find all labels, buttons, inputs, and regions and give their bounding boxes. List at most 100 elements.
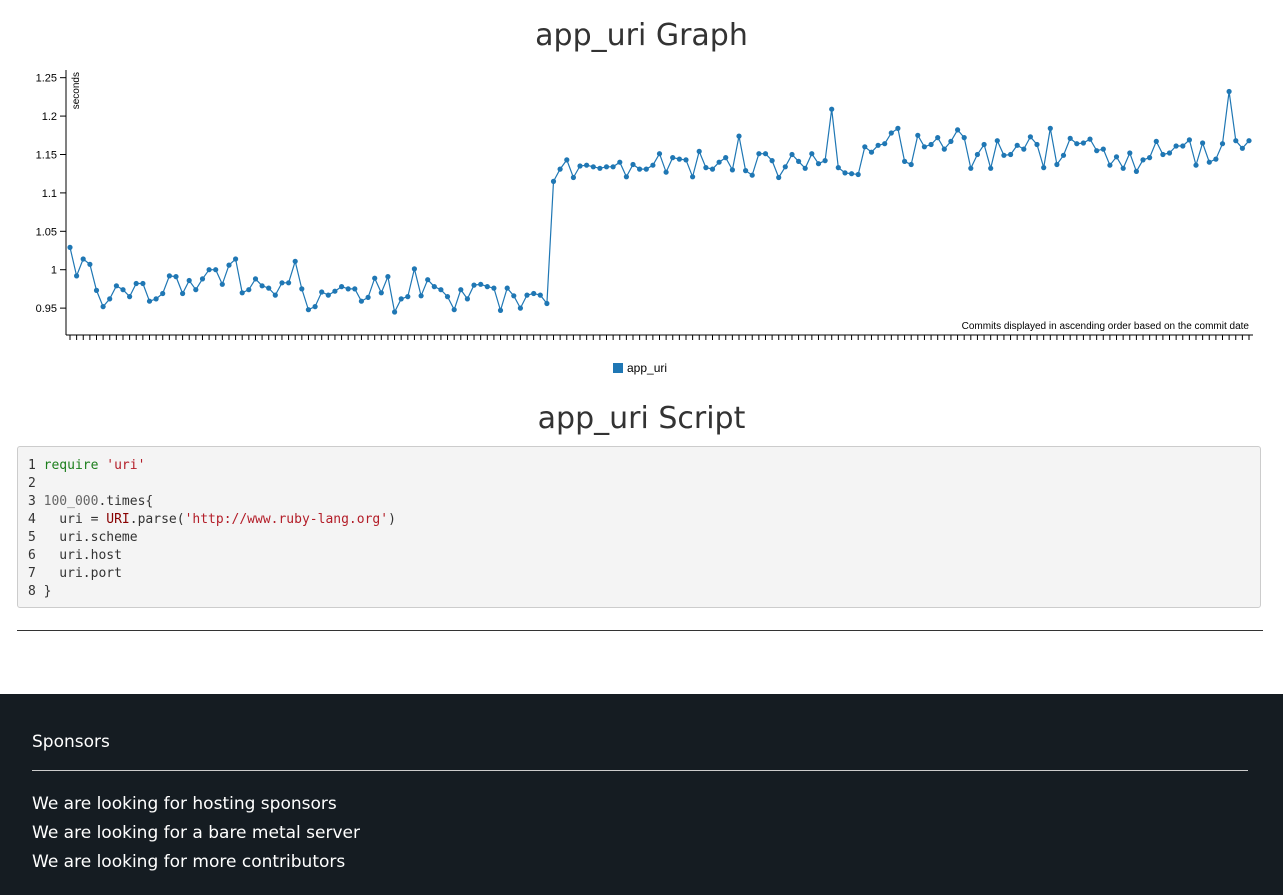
data-point <box>756 151 762 157</box>
data-point <box>868 149 875 155</box>
data-point <box>497 307 504 313</box>
data-point <box>855 171 861 178</box>
data-point <box>1127 150 1133 156</box>
data-point <box>1246 138 1252 144</box>
data-point <box>1166 150 1173 156</box>
data-point <box>392 309 398 315</box>
data-point <box>590 164 596 170</box>
code-token: ) <box>388 512 396 527</box>
data-point <box>504 285 510 291</box>
data-point <box>113 283 119 289</box>
data-point <box>279 280 285 286</box>
data-point <box>729 167 736 173</box>
code-token: uri = <box>43 512 107 527</box>
data-point <box>1160 151 1166 158</box>
y-tick-label: 1.05 <box>36 226 57 238</box>
legend-label: app_uri <box>627 361 668 375</box>
data-point <box>358 298 364 304</box>
data-point <box>736 133 742 139</box>
data-point <box>173 274 179 280</box>
data-point <box>107 296 113 302</box>
data-point <box>193 287 199 293</box>
data-point <box>637 166 643 172</box>
data-point <box>411 266 417 272</box>
data-point <box>994 138 1000 144</box>
chart-legend[interactable]: app_uri <box>613 361 667 375</box>
data-point <box>266 285 272 291</box>
data-point <box>610 164 616 170</box>
sponsor-item: We are looking for a bare metal server <box>32 823 360 843</box>
y-tick-label: 1.1 <box>42 188 57 200</box>
data-point <box>458 287 464 293</box>
x-axis-label: Commits displayed in ascending order bas… <box>962 321 1250 332</box>
data-point <box>87 261 93 267</box>
data-point <box>603 164 610 170</box>
data-point <box>180 290 186 297</box>
data-point <box>100 304 106 310</box>
script-title: app_uri Script <box>537 401 746 436</box>
data-point <box>935 135 941 141</box>
legend-swatch <box>613 363 623 373</box>
code-line: 6 uri.host <box>28 547 1250 565</box>
data-point <box>564 157 570 163</box>
data-point <box>299 286 305 292</box>
data-point <box>690 174 696 180</box>
code-token: uri.port <box>43 566 122 581</box>
data-point <box>425 277 431 283</box>
data-point <box>623 174 630 180</box>
data-point <box>1147 155 1153 161</box>
sponsor-list: We are looking for hosting sponsors We a… <box>32 790 360 877</box>
data-point <box>219 281 225 287</box>
data-point <box>1001 152 1007 158</box>
data-point <box>829 106 835 112</box>
data-point <box>1034 141 1040 148</box>
data-point <box>1180 143 1186 149</box>
data-point <box>948 138 954 144</box>
data-point <box>478 281 484 287</box>
data-point <box>544 300 550 307</box>
data-point <box>67 244 73 250</box>
data-point <box>511 293 517 299</box>
data-point <box>630 161 636 168</box>
data-point <box>93 287 100 293</box>
data-point <box>398 296 404 302</box>
data-point <box>703 165 709 171</box>
data-point <box>683 157 689 163</box>
data-point <box>650 162 656 168</box>
data-point <box>133 280 139 287</box>
data-point <box>1200 140 1206 146</box>
data-point <box>643 166 649 172</box>
data-point <box>822 158 828 164</box>
data-point <box>372 275 378 281</box>
data-point <box>239 290 245 296</box>
data-point <box>1153 138 1159 144</box>
data-point <box>345 286 351 292</box>
code-line: 5 uri.scheme <box>28 529 1250 547</box>
data-point <box>802 165 808 171</box>
data-point <box>617 159 623 165</box>
data-point <box>405 294 411 300</box>
data-point <box>166 273 172 279</box>
data-point <box>915 132 921 138</box>
data-point <box>431 284 437 290</box>
data-point <box>796 158 802 164</box>
line-number: 1 <box>28 458 44 473</box>
line-number: 7 <box>28 566 44 581</box>
data-point <box>709 166 716 172</box>
data-point <box>1206 159 1212 165</box>
data-point <box>146 298 153 304</box>
data-point <box>716 159 722 165</box>
data-point <box>524 292 530 298</box>
data-point <box>1087 136 1093 142</box>
data-point <box>974 151 981 158</box>
data-point <box>226 262 232 268</box>
data-point <box>895 125 901 131</box>
data-point <box>1067 135 1073 141</box>
code-token: 'uri' <box>106 458 146 473</box>
data-point <box>1080 140 1086 146</box>
data-point <box>1239 145 1245 151</box>
data-point <box>1094 148 1100 154</box>
data-point <box>842 170 848 176</box>
code-token: URI <box>106 512 130 527</box>
data-point <box>862 144 868 150</box>
